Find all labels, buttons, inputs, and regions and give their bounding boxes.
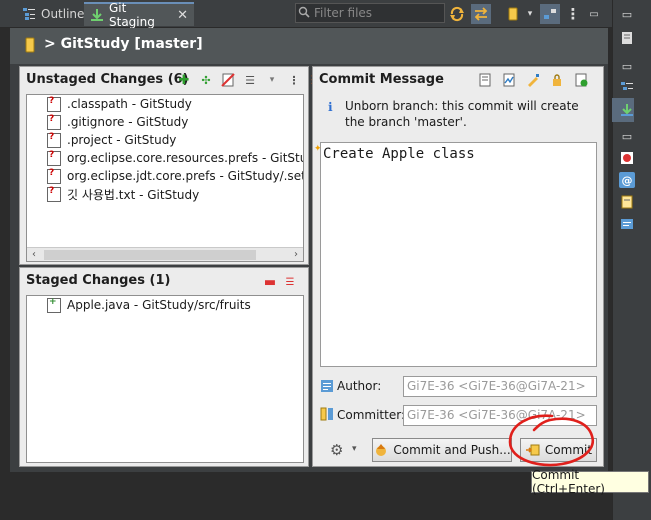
chevron-down-icon[interactable]: ▾ (264, 72, 280, 88)
git-staging-icon (90, 8, 104, 22)
staged-file-list[interactable]: Apple.java - GitStudy/src/fruits (26, 295, 304, 463)
file-name: org.eclipse.core.resources.prefs - GitSt… (67, 151, 303, 165)
compare-mode-icon[interactable] (471, 4, 491, 24)
unstaged-file-list[interactable]: .classpath - GitStudy .gitignore - GitSt… (26, 94, 304, 262)
file-name: .classpath - GitStudy (67, 97, 192, 111)
list-item[interactable]: org.eclipse.core.resources.prefs - GitSt… (27, 149, 303, 167)
list-presentation-icon[interactable]: ☰ (242, 72, 258, 88)
list-item[interactable]: .classpath - GitStudy (27, 95, 303, 113)
scrollbar-thumb[interactable] (44, 249, 256, 260)
file-name: org.eclipse.jdt.core.prefs - GitStudy/.s… (67, 169, 304, 183)
refresh-icon[interactable] (447, 4, 467, 24)
amend-icon[interactable] (477, 72, 493, 88)
file-name: .project - GitStudy (67, 133, 177, 147)
close-icon[interactable]: ✕ (177, 8, 188, 23)
remove-from-index-icon[interactable]: ▬ (262, 274, 278, 290)
tab-git-staging-label: Git Staging (109, 1, 155, 29)
page-title: > GitStudy [master] (44, 36, 203, 52)
change-id-icon[interactable] (573, 72, 589, 88)
added-file-icon (47, 297, 61, 313)
info-icon: ℹ (328, 100, 333, 114)
edit-icon[interactable] (525, 72, 541, 88)
commit-message-input[interactable]: Create Apple class (320, 142, 597, 367)
author-field[interactable]: Gi7E-36 <Gi7E-36@Gi7A-21> (403, 376, 597, 397)
list-item[interactable]: .gitignore - GitStudy (27, 113, 303, 131)
view-menu-icon[interactable]: ⋮ (286, 72, 302, 88)
file-name: Apple.java - GitStudy/src/fruits (67, 298, 251, 312)
problems-icon[interactable] (619, 150, 635, 166)
restore-icon[interactable]: ▭ (619, 58, 635, 74)
list-item[interactable]: org.eclipse.jdt.core.prefs - GitStudy/.s… (27, 167, 303, 185)
tooltip: Commit (Ctrl+Enter) (531, 468, 649, 496)
staged-title: Staged Changes (1) (26, 273, 171, 288)
restore-icon[interactable]: ▭ (619, 128, 635, 144)
untracked-file-icon (47, 150, 61, 166)
outline-icon (22, 7, 36, 21)
horizontal-scrollbar[interactable]: ‹ › (27, 247, 303, 261)
chevron-down-icon[interactable]: ▾ (352, 444, 357, 454)
file-name: .gitignore - GitStudy (67, 115, 189, 129)
commit-and-push-button[interactable]: Commit and Push... (372, 438, 512, 462)
declaration-icon[interactable] (619, 194, 635, 210)
untracked-file-icon (47, 186, 61, 202)
search-icon (298, 6, 310, 18)
tab-git-staging[interactable]: Git Staging ✕ (84, 1, 194, 29)
unstaged-toolbar: ✚ ✣ ☰ ▾ ⋮ ☰ (176, 72, 324, 88)
committer-label: Committer: (337, 408, 405, 422)
gear-icon[interactable]: ⚙ (330, 441, 343, 459)
tab-outline-label: Outline (41, 7, 85, 21)
repository-icon (24, 37, 36, 53)
content-assist-icon: ✦ (314, 144, 322, 154)
git-staging-icon[interactable] (619, 102, 635, 118)
author-value: Gi7E-36 <Gi7E-36@Gi7A-21> (407, 379, 586, 393)
right-trim-bar (612, 0, 651, 520)
ignored-files-icon[interactable] (220, 72, 236, 88)
author-icon (320, 379, 334, 393)
list-item[interactable]: .project - GitStudy (27, 131, 303, 149)
restore-icon[interactable]: ▭ (619, 6, 635, 22)
untracked-file-icon (47, 168, 61, 184)
document-icon[interactable] (619, 30, 635, 46)
add-to-index-icon[interactable]: ✚ (176, 72, 192, 88)
console-icon[interactable] (619, 216, 635, 232)
commit-message-title: Commit Message (319, 72, 444, 87)
filter-files-input[interactable]: Filter files (295, 3, 445, 23)
committer-icon (320, 407, 334, 421)
filter-placeholder: Filter files (314, 6, 373, 20)
commit-and-push-label: Commit and Push... (393, 443, 511, 457)
unborn-branch-info: Unborn branch: this commit will create t… (345, 99, 579, 129)
untracked-file-icon (47, 132, 61, 148)
lock-icon[interactable] (549, 72, 565, 88)
staged-toolbar: ▬ ☰ (262, 274, 298, 290)
chevron-down-icon[interactable]: ▾ (520, 4, 540, 24)
add-all-icon[interactable]: ✣ (198, 72, 214, 88)
minimize-icon[interactable]: ▭ (584, 4, 604, 24)
annotation-circle (508, 414, 595, 467)
commit-toolbar (477, 72, 589, 88)
signed-off-icon[interactable] (501, 72, 517, 88)
push-icon (376, 444, 387, 456)
list-item[interactable]: Apple.java - GitStudy/src/fruits (27, 296, 303, 314)
unstaged-title: Unstaged Changes (6) (26, 72, 189, 87)
scroll-left-icon[interactable]: ‹ (27, 249, 41, 260)
layout-toggle-icon[interactable] (540, 4, 560, 24)
file-name: 깃 사용법.txt - GitStudy (67, 187, 200, 202)
scroll-right-icon[interactable]: › (289, 249, 303, 260)
untracked-file-icon (47, 96, 61, 112)
commit-message-text: Create Apple class (323, 146, 475, 162)
author-label: Author: (337, 379, 382, 393)
remove-all-icon[interactable]: ☰ (282, 274, 298, 290)
view-menu-icon[interactable]: ⋮ (563, 4, 583, 24)
tab-outline[interactable]: Outline (16, 2, 90, 26)
outline-icon[interactable] (619, 80, 635, 96)
untracked-file-icon (47, 114, 61, 130)
list-item[interactable]: 깃 사용법.txt - GitStudy (27, 185, 303, 203)
javadoc-icon[interactable]: @ (619, 172, 635, 188)
